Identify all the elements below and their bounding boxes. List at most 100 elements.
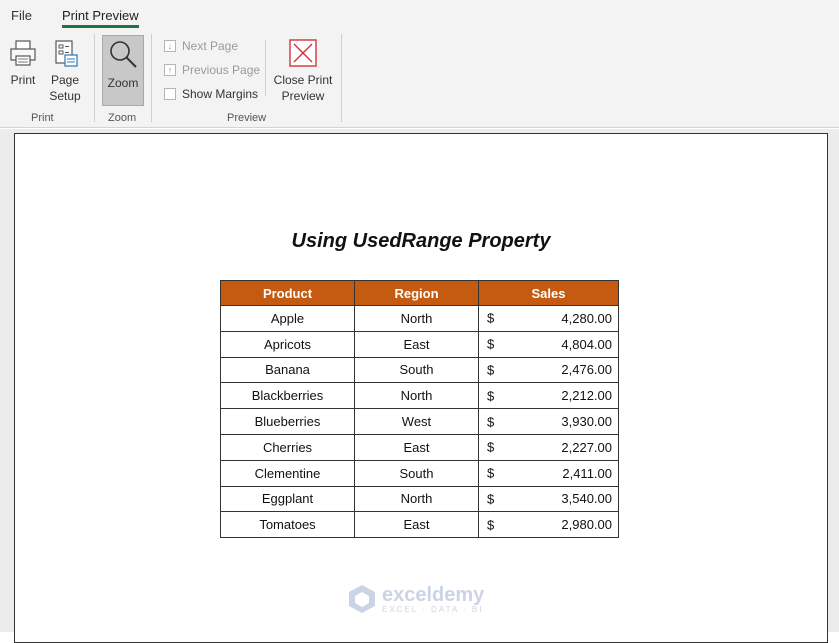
table-row: Apricots East $4,804.00 bbox=[220, 330, 619, 358]
watermark-name: exceldemy bbox=[382, 583, 485, 606]
magnifier-icon bbox=[110, 41, 137, 68]
product-cell: Cherries bbox=[220, 433, 355, 461]
close-label-2: Preview bbox=[281, 89, 325, 103]
tab-print-preview[interactable]: Print Preview bbox=[62, 8, 139, 28]
page-setup-label-1: Page bbox=[50, 73, 80, 87]
currency-symbol: $ bbox=[487, 388, 495, 404]
arrow-down-icon: ↓ bbox=[164, 40, 176, 52]
zoom-button[interactable]: Zoom bbox=[102, 35, 144, 106]
table-row: Eggplant North $3,540.00 bbox=[220, 485, 619, 513]
exceldemy-watermark: exceldemy EXCEL · DATA · BI bbox=[348, 584, 484, 614]
print-page: Using UsedRange Property Product Region … bbox=[14, 133, 828, 643]
column-header-region: Region bbox=[354, 280, 479, 306]
region-cell: North bbox=[354, 382, 479, 410]
separator bbox=[265, 40, 266, 96]
separator bbox=[151, 34, 152, 122]
close-label-1: Close Print bbox=[273, 73, 333, 87]
table-header-row: Product Region Sales bbox=[220, 280, 619, 306]
product-cell: Clementine bbox=[220, 459, 355, 487]
sales-amount: 3,930.00 bbox=[561, 414, 612, 430]
region-cell: East bbox=[354, 330, 479, 358]
print-button[interactable]: Print bbox=[6, 38, 40, 88]
print-group-label: Print bbox=[31, 112, 54, 124]
region-cell: South bbox=[354, 356, 479, 384]
sales-cell: $2,476.00 bbox=[478, 356, 619, 384]
region-cell: North bbox=[354, 305, 479, 332]
table-row: Blackberries North $2,212.00 bbox=[220, 382, 619, 410]
sales-amount: 4,280.00 bbox=[561, 310, 612, 326]
currency-symbol: $ bbox=[487, 414, 495, 430]
sales-cell: $2,227.00 bbox=[478, 433, 619, 461]
next-page-label: Next Page bbox=[182, 39, 239, 53]
region-cell: East bbox=[354, 433, 479, 461]
currency-symbol: $ bbox=[487, 439, 495, 455]
currency-symbol: $ bbox=[487, 517, 495, 533]
region-cell: East bbox=[354, 511, 479, 539]
table-row: Banana South $2,476.00 bbox=[220, 356, 619, 384]
column-header-product: Product bbox=[220, 280, 355, 306]
table-row: Apple North $4,280.00 bbox=[220, 305, 619, 332]
preview-group-label: Preview bbox=[227, 112, 267, 124]
page-setup-label-2: Setup bbox=[49, 89, 81, 103]
currency-symbol: $ bbox=[487, 465, 495, 481]
column-header-sales: Sales bbox=[478, 280, 619, 306]
sales-cell: $4,280.00 bbox=[478, 305, 619, 332]
sales-amount: 2,476.00 bbox=[561, 362, 612, 378]
product-cell: Blackberries bbox=[220, 382, 355, 410]
product-cell: Eggplant bbox=[220, 485, 355, 513]
currency-symbol: $ bbox=[487, 310, 495, 326]
page-title: Using UsedRange Property bbox=[291, 230, 551, 252]
previous-page-button[interactable]: ↑ Previous Page bbox=[164, 63, 260, 77]
separator bbox=[94, 34, 95, 122]
region-cell: West bbox=[354, 408, 479, 435]
product-cell: Apple bbox=[220, 305, 355, 332]
previous-page-label: Previous Page bbox=[182, 63, 261, 77]
zoom-group-label: Zoom bbox=[108, 112, 137, 124]
currency-symbol: $ bbox=[487, 491, 495, 507]
sales-cell: $4,804.00 bbox=[478, 330, 619, 358]
region-cell: South bbox=[354, 459, 479, 487]
preview-area: Using UsedRange Property Product Region … bbox=[0, 129, 839, 643]
sales-cell: $2,980.00 bbox=[478, 511, 619, 539]
product-cell: Tomatoes bbox=[220, 511, 355, 539]
product-cell: Blueberries bbox=[220, 408, 355, 435]
table-row: Clementine South $2,411.00 bbox=[220, 459, 619, 487]
ribbon: File Print Preview Print Page Setup Prin… bbox=[0, 0, 839, 128]
table-row: Blueberries West $3,930.00 bbox=[220, 408, 619, 435]
sales-cell: $2,212.00 bbox=[478, 382, 619, 410]
sales-amount: 2,212.00 bbox=[561, 388, 612, 404]
product-cell: Apricots bbox=[220, 330, 355, 358]
show-margins-label: Show Margins bbox=[182, 87, 259, 101]
sales-amount: 2,227.00 bbox=[561, 439, 612, 455]
sales-table: Product Region Sales Apple North $4,280.00… bbox=[220, 280, 619, 539]
arrow-up-icon: ↑ bbox=[164, 64, 176, 76]
product-cell: Banana bbox=[220, 356, 355, 384]
sales-amount: 3,540.00 bbox=[561, 491, 612, 507]
exceldemy-logo-icon bbox=[349, 585, 375, 613]
tab-file[interactable]: File bbox=[11, 8, 32, 23]
page-setup-button[interactable]: Page Setup bbox=[46, 38, 84, 104]
currency-symbol: $ bbox=[487, 336, 495, 352]
sales-cell: $3,930.00 bbox=[478, 408, 619, 435]
print-label: Print bbox=[10, 73, 36, 87]
checkbox-icon bbox=[164, 88, 176, 100]
close-preview-icon bbox=[289, 39, 317, 67]
sales-amount: 4,804.00 bbox=[561, 336, 612, 352]
table-row: Tomatoes East $2,980.00 bbox=[220, 511, 619, 539]
sales-cell: $3,540.00 bbox=[478, 485, 619, 513]
zoom-label: Zoom bbox=[107, 76, 139, 90]
page-setup-icon bbox=[55, 40, 78, 67]
sales-cell: $2,411.00 bbox=[478, 459, 619, 487]
printer-icon bbox=[10, 40, 36, 66]
table-row: Cherries East $2,227.00 bbox=[220, 433, 619, 461]
close-print-preview-button[interactable]: Close Print Preview bbox=[270, 38, 336, 104]
sales-amount: 2,411.00 bbox=[562, 465, 612, 481]
next-page-button[interactable]: ↓ Next Page bbox=[164, 39, 238, 53]
region-cell: North bbox=[354, 485, 479, 513]
watermark-tagline: EXCEL · DATA · BI bbox=[382, 604, 484, 614]
currency-symbol: $ bbox=[487, 362, 495, 378]
show-margins-checkbox[interactable]: Show Margins bbox=[164, 87, 258, 101]
separator bbox=[341, 34, 342, 122]
table-body: Apple North $4,280.00 Apricots East $4,804.00… bbox=[220, 305, 619, 539]
sales-amount: 2,980.00 bbox=[561, 517, 612, 533]
